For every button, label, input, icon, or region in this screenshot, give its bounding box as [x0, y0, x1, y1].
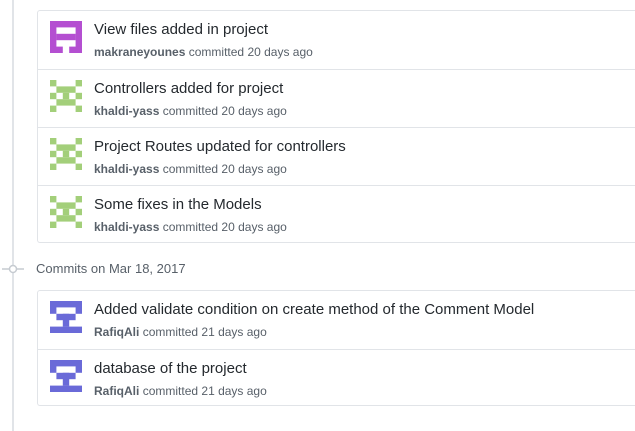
commit-author[interactable]: makraneyounes	[94, 45, 185, 59]
commit-meta: RafiqAli committed 21 days ago	[94, 325, 267, 339]
commit-title[interactable]: Controllers added for project	[94, 80, 283, 97]
identicon-blue-icon	[50, 301, 82, 333]
commit-row: View files added in project makraneyoune…	[38, 11, 635, 69]
commit-action: committed	[162, 162, 219, 176]
commit-date-heading: Commits on Mar 18, 2017	[36, 261, 186, 276]
commit-title[interactable]: database of the project	[94, 360, 247, 377]
commit-author[interactable]: RafiqAli	[94, 384, 139, 398]
commit-meta: khaldi-yass committed 20 days ago	[94, 104, 287, 118]
commit-time[interactable]: 20 days ago	[221, 162, 286, 176]
avatar[interactable]	[50, 301, 82, 333]
commit-action: committed	[162, 104, 219, 118]
identicon-green-icon	[50, 80, 82, 112]
commit-title[interactable]: Some fixes in the Models	[94, 196, 262, 213]
commit-time[interactable]: 20 days ago	[221, 220, 286, 234]
avatar[interactable]	[50, 80, 82, 112]
commit-group: Added validate condition on create metho…	[37, 290, 635, 406]
commit-author[interactable]: khaldi-yass	[94, 220, 159, 234]
commit-node-icon	[2, 264, 24, 274]
commit-row: Project Routes updated for controllers k…	[38, 127, 635, 185]
avatar[interactable]	[50, 360, 82, 392]
commit-author[interactable]: khaldi-yass	[94, 104, 159, 118]
commit-time[interactable]: 20 days ago	[221, 104, 286, 118]
commit-title[interactable]: Project Routes updated for controllers	[94, 138, 346, 155]
avatar[interactable]	[50, 21, 82, 53]
commit-author[interactable]: khaldi-yass	[94, 162, 159, 176]
commit-row: Some fixes in the Models khaldi-yass com…	[38, 185, 635, 243]
identicon-green-icon	[50, 138, 82, 170]
commit-time[interactable]: 20 days ago	[247, 45, 312, 59]
commit-action: committed	[142, 384, 199, 398]
commit-action: committed	[162, 220, 219, 234]
commit-action: committed	[188, 45, 245, 59]
commit-time[interactable]: 21 days ago	[201, 325, 266, 339]
timeline-line	[12, 0, 14, 431]
commit-row: Added validate condition on create metho…	[38, 291, 635, 349]
commit-meta: khaldi-yass committed 20 days ago	[94, 162, 287, 176]
commit-row: Controllers added for project khaldi-yas…	[38, 69, 635, 127]
avatar[interactable]	[50, 138, 82, 170]
commit-title[interactable]: Added validate condition on create metho…	[94, 301, 534, 318]
commit-title[interactable]: View files added in project	[94, 21, 268, 38]
commit-author[interactable]: RafiqAli	[94, 325, 139, 339]
identicon-blue-icon	[50, 360, 82, 392]
commit-meta: makraneyounes committed 20 days ago	[94, 45, 313, 59]
commit-meta: RafiqAli committed 21 days ago	[94, 384, 267, 398]
identicon-green-icon	[50, 196, 82, 228]
commit-group: View files added in project makraneyoune…	[37, 10, 635, 243]
avatar[interactable]	[50, 196, 82, 228]
commit-action: committed	[142, 325, 199, 339]
commit-row: database of the project RafiqAli committ…	[38, 349, 635, 407]
identicon-purple-icon	[50, 21, 82, 53]
commit-timeline: View files added in project makraneyoune…	[0, 0, 635, 431]
commit-time[interactable]: 21 days ago	[201, 384, 266, 398]
commit-meta: khaldi-yass committed 20 days ago	[94, 220, 287, 234]
